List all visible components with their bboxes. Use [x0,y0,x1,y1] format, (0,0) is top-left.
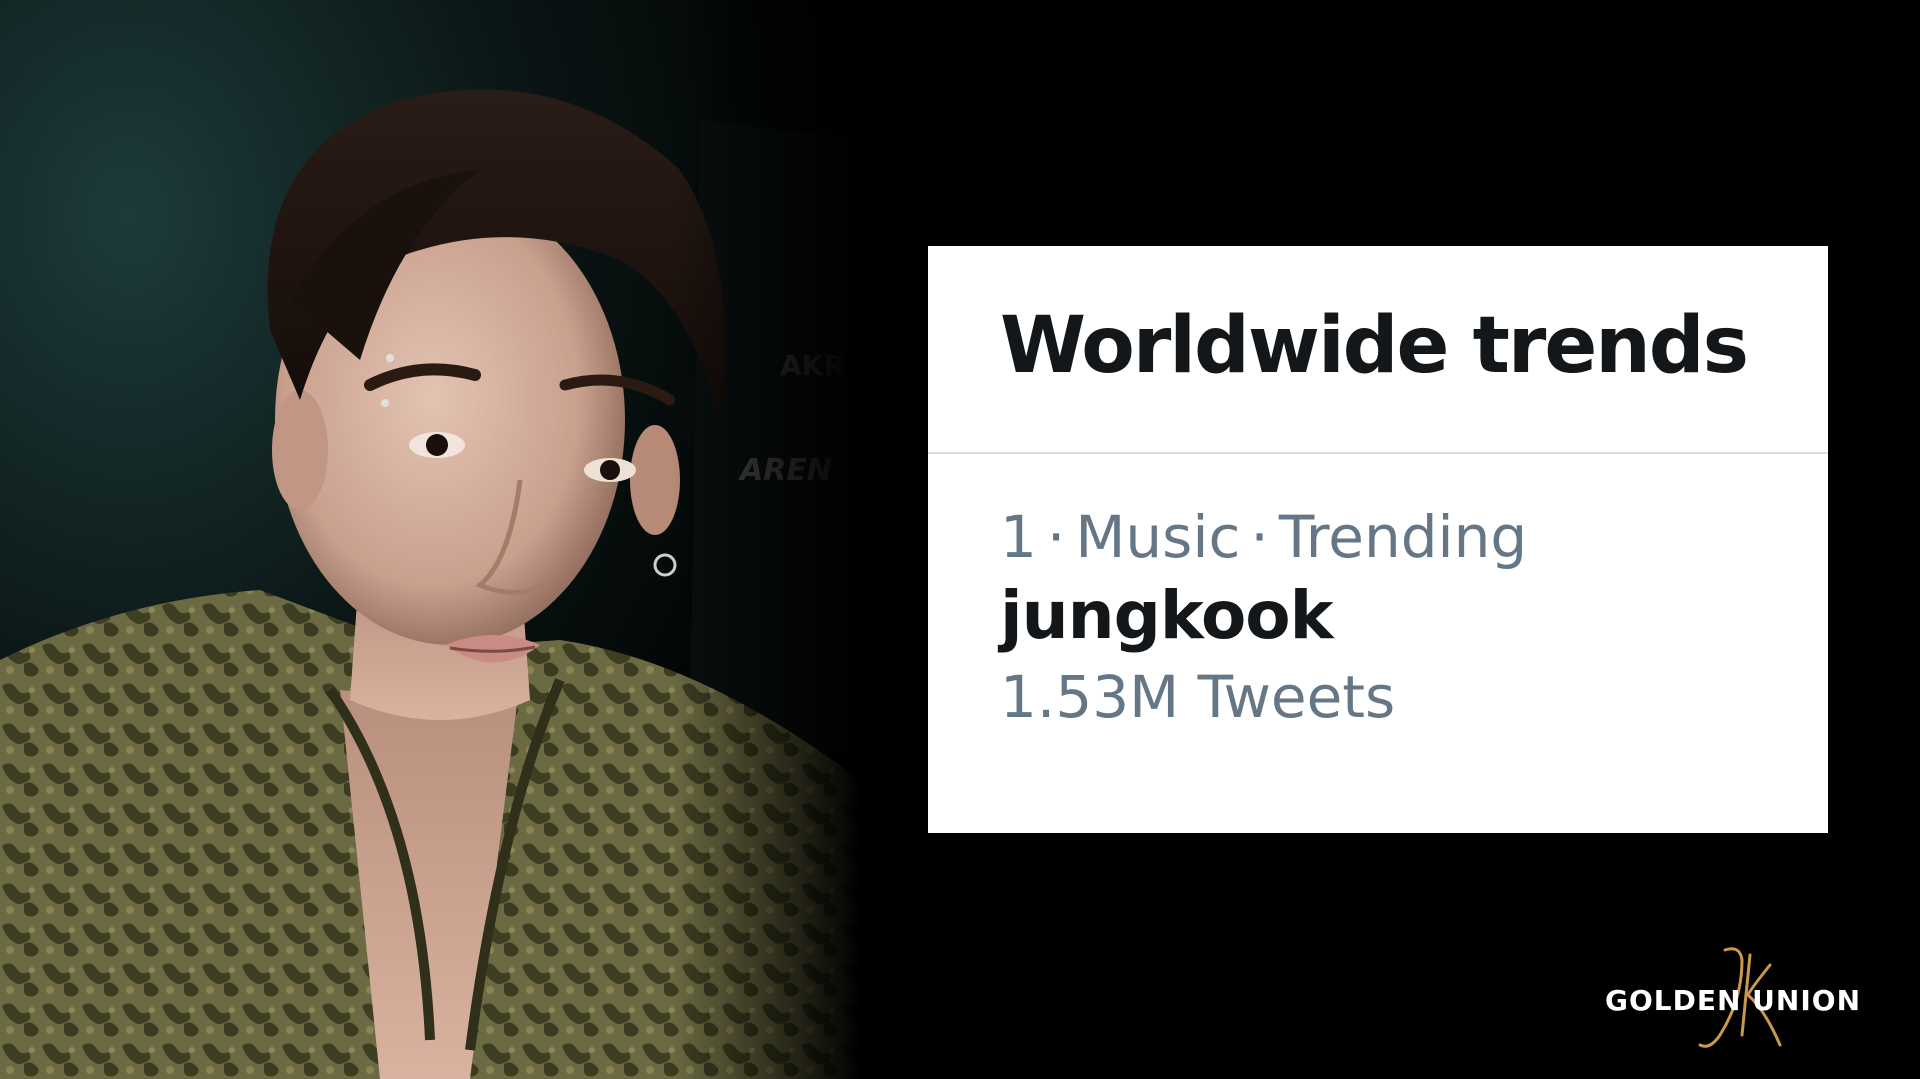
trend-rank: 1 [1000,503,1037,571]
trend-card-title: Worldwide trends [1000,301,1749,391]
video-frame: AKR AREN Worldwide trends 1·Music·Trendi… [0,0,1920,1079]
trend-status: Trending [1278,503,1528,571]
trend-card-header: Worldwide trends [928,246,1828,454]
golden-union-logo: GOLDEN UNION [1600,940,1880,1060]
trend-separator: · [1250,503,1269,571]
trend-category: Music [1075,503,1241,571]
trend-separator: · [1046,503,1066,571]
trend-item[interactable]: 1 · Music · Trending jungkook 1.53M Tweets [928,454,1828,733]
trend-name[interactable]: jungkook [1000,575,1828,658]
trend-meta: 1 · Music · Trending [1000,504,1828,571]
trend-tweet-count: 1.53M Tweets [1000,663,1396,732]
person-photo: AKR AREN [0,0,860,1079]
watermark-text: GOLDEN UNION [1605,984,1862,1017]
trend-card: Worldwide trends 1 · Music · Trending jungko… [928,246,1828,833]
